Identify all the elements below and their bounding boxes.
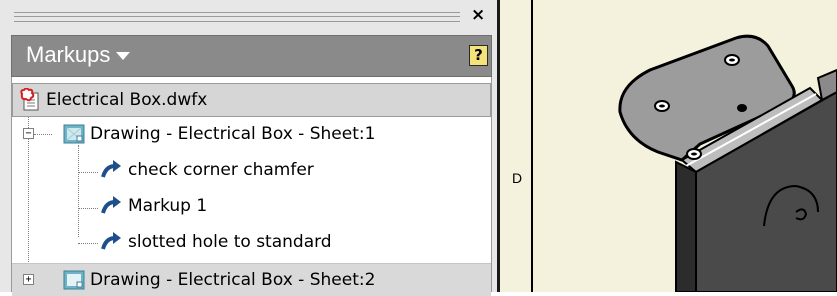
electrical-box-drawing [531,0,837,293]
markup-label: Markup 1 [128,196,208,216]
tree-root-item[interactable]: Electrical Box.dwfx [12,83,491,117]
drawing-sheet-icon [63,123,85,149]
drawing-sheet-icon [63,269,85,295]
palette-grip-handle[interactable] [14,12,460,22]
markups-title-dropdown[interactable]: Markups [26,42,131,68]
markup-label: check corner chamfer [128,160,314,180]
markup-tree: Electrical Box.dwfx − Drawing - Electric… [11,77,492,296]
help-button[interactable]: ? [469,45,488,66]
tree-item-sheet-1[interactable]: − Drawing - Electrical Box - Sheet:1 [12,118,491,151]
markup-arrow-icon [100,160,122,182]
drawing-canvas[interactable]: D [500,0,837,293]
tree-root-label: Electrical Box.dwfx [46,90,208,110]
chevron-down-icon [116,52,131,61]
sheet-2-label: Drawing - Electrical Box - Sheet:2 [90,270,376,290]
palette-header: Markups ? [11,35,492,77]
sheet-1-label: Drawing - Electrical Box - Sheet:1 [90,124,376,144]
markup-label: slotted hole to standard [128,232,332,252]
drawing-sheet-background [500,0,837,293]
border-zone-label: D [512,170,523,186]
tree-item-markup[interactable]: slotted hole to standard [12,226,491,259]
tree-item-markup[interactable]: check corner chamfer [12,154,491,187]
expand-toggle[interactable]: + [23,274,34,285]
close-icon[interactable]: × [471,6,485,24]
markup-arrow-icon [100,196,122,218]
markup-arrow-icon [100,232,122,254]
collapse-toggle[interactable]: − [23,128,34,139]
dwfx-file-icon [19,87,41,116]
tree-item-markup[interactable]: Markup 1 [12,190,491,223]
tree-item-sheet-2[interactable]: + Drawing - Electrical Box - Sheet:2 [12,263,491,296]
markups-palette: × Markups ? Electrical Box.dwfx − Drawin… [0,0,497,296]
palette-title: Markups [26,42,111,67]
